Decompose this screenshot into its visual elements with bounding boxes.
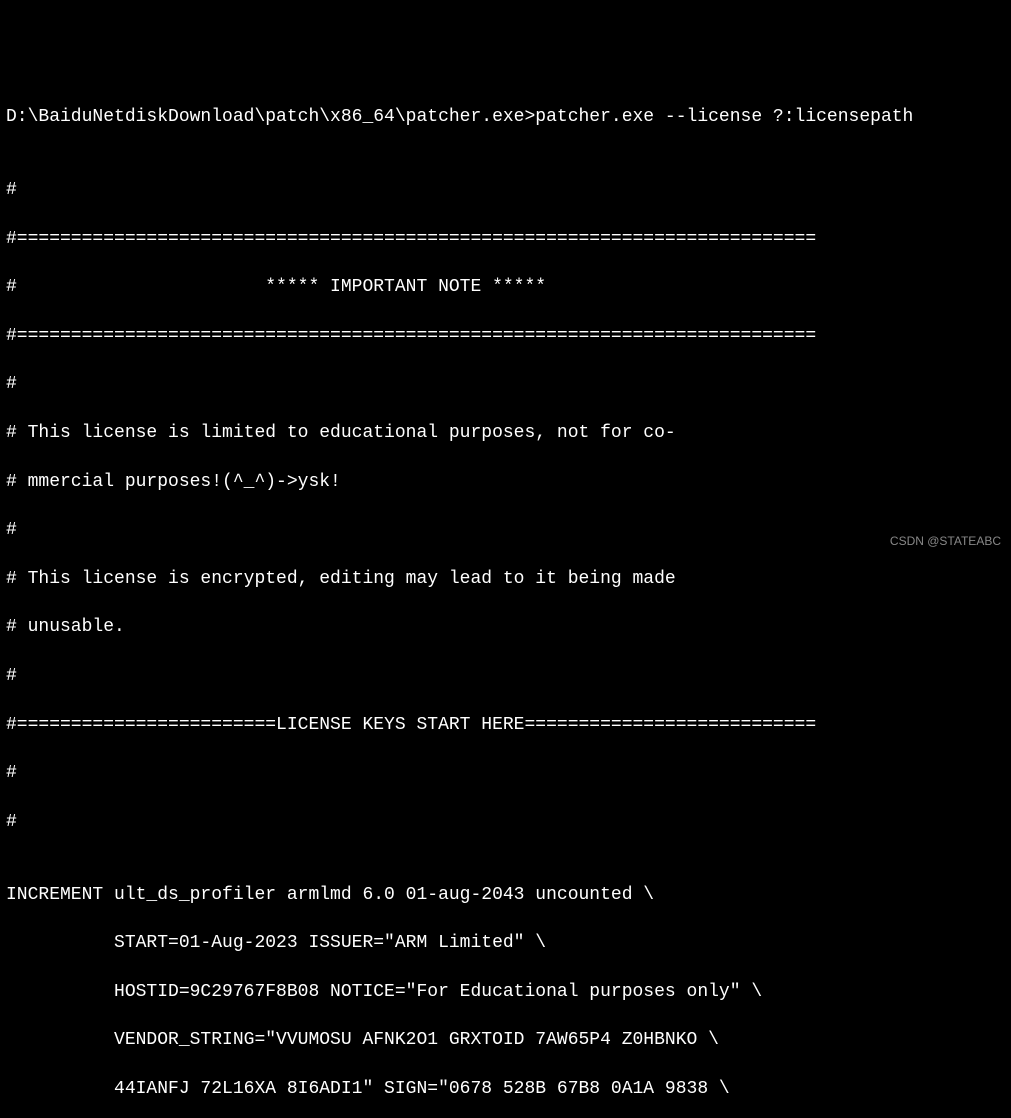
watermark-text: CSDN @STATEABC bbox=[890, 533, 1001, 549]
separator-line: #=======================================… bbox=[6, 227, 1005, 251]
license-note-line: # unusable. bbox=[6, 615, 1005, 639]
increment-line: VENDOR_STRING="VVUMOSU AFNK2O1 GRXTOID 7… bbox=[6, 1028, 1005, 1052]
increment-line: INCREMENT ult_ds_profiler armlmd 6.0 01-… bbox=[6, 883, 1005, 907]
increment-line: 44IANFJ 72L16XA 8I6ADI1" SIGN="0678 528B… bbox=[6, 1077, 1005, 1101]
comment-hash: # bbox=[6, 664, 1005, 688]
comment-hash: # bbox=[6, 761, 1005, 785]
license-keys-separator: #========================LICENSE KEYS ST… bbox=[6, 713, 1005, 737]
comment-hash: # bbox=[6, 810, 1005, 834]
increment-line: START=01-Aug-2023 ISSUER="ARM Limited" \ bbox=[6, 931, 1005, 955]
important-note-header: # ***** IMPORTANT NOTE ***** bbox=[6, 275, 1005, 299]
command-prompt-line: D:\BaiduNetdiskDownload\patch\x86_64\pat… bbox=[6, 105, 1005, 129]
comment-hash: # bbox=[6, 518, 1005, 542]
license-note-line: # This license is limited to educational… bbox=[6, 421, 1005, 445]
increment-line: HOSTID=9C29767F8B08 NOTICE="For Educatio… bbox=[6, 980, 1005, 1004]
separator-line: #=======================================… bbox=[6, 324, 1005, 348]
license-note-line: # mmercial purposes!(^_^)->ysk! bbox=[6, 470, 1005, 494]
comment-hash: # bbox=[6, 178, 1005, 202]
comment-hash: # bbox=[6, 372, 1005, 396]
license-note-line: # This license is encrypted, editing may… bbox=[6, 567, 1005, 591]
